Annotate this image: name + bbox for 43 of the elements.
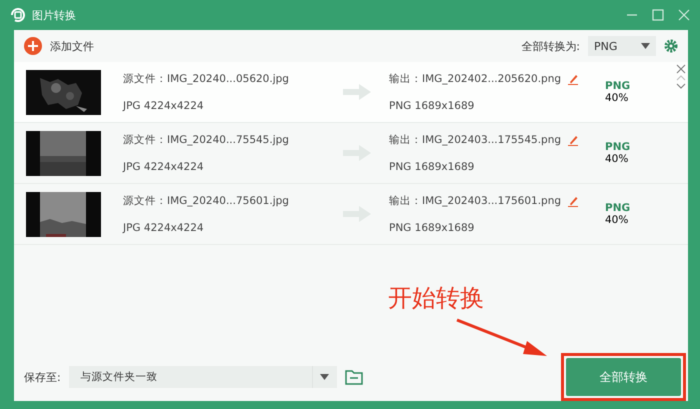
output-file-name: 输出：IMG_202403...175601.png [389,194,562,208]
maximize-icon[interactable] [652,9,664,21]
move-down-icon[interactable] [676,82,686,90]
file-row[interactable]: 源文件：IMG_20240...05620.jpg JPG 4224x4224 输出：IMG_202402...205620.png PNG 1689x1689 PNG 40% [14,62,688,123]
annotation-text: 开始转换 [388,283,484,314]
output-format: PNG [605,80,630,92]
remove-icon[interactable] [676,64,686,74]
save-to-label: 保存至: [24,370,61,384]
caret-icon [320,374,330,380]
add-file-button[interactable]: 添加文件 [24,37,94,55]
plus-icon [24,37,42,55]
source-file-info: JPG 4224x4224 [123,100,205,112]
app-logo-icon [10,8,26,22]
source-file-name: 源文件：IMG_20240...75601.jpg [123,194,290,208]
output-file-name: 输出：IMG_202403...175545.png [389,133,562,147]
edit-icon[interactable] [567,196,578,206]
output-file-name: 输出：IMG_202402...205620.png [389,72,562,86]
source-file-info: JPG 4224x4224 [123,161,205,173]
move-up-icon[interactable] [676,74,686,82]
output-file-info: PNG 1689x1689 [389,100,476,112]
save-location-dropdown[interactable]: 与源文件夹一致 [68,366,337,388]
format-dropdown[interactable]: PNG [588,36,656,56]
arrow-icon [343,84,371,100]
quality-value: 40% [605,92,630,104]
quality-value: 40% [605,153,630,165]
source-file-name: 源文件：IMG_20240...75545.jpg [123,133,290,147]
source-file-name: 源文件：IMG_20240...05620.jpg [123,72,290,86]
window-title: 图片转换 [32,8,77,22]
folder-icon[interactable] [344,370,363,384]
caret-icon [641,43,650,49]
output-file-info: PNG 1689x1689 [389,222,476,234]
quality-value: 40% [605,214,630,226]
output-file-info: PNG 1689x1689 [389,161,476,173]
edit-icon[interactable] [567,74,578,84]
edit-icon[interactable] [567,134,578,146]
source-file-info: JPG 4224x4224 [123,222,205,234]
settings-icon[interactable] [664,39,678,53]
file-row[interactable]: 源文件：IMG_20240...75545.jpg JPG 4224x4224 输出：IMG_202403...175545.png PNG 1689x1689 PNG 40% [14,123,688,184]
output-format: PNG [605,141,630,153]
close-icon[interactable] [678,9,690,21]
file-row[interactable]: 源文件：IMG_20240...75601.jpg JPG 4224x4224 输出：IMG_202403...175601.png PNG 1689x1689 PNG 40% [14,184,688,245]
output-format: PNG [605,202,630,214]
convert-all-label: 全部转换为: [521,38,580,54]
